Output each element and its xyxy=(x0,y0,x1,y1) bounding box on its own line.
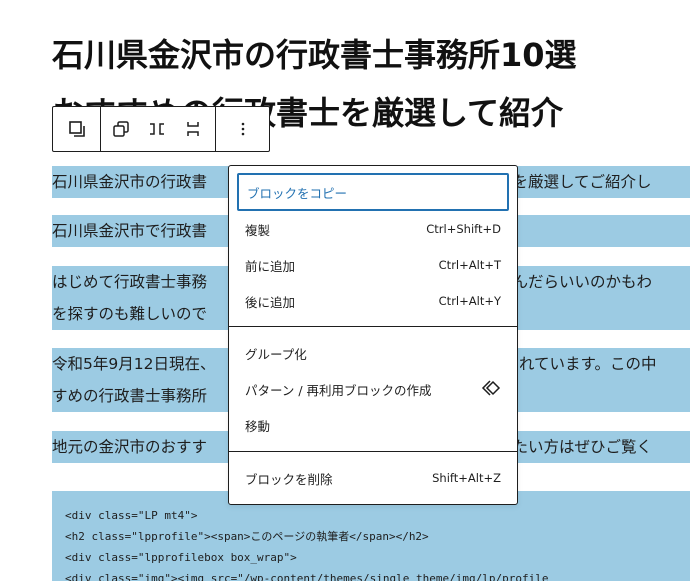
menu-item-shortcut: Ctrl+Alt+T xyxy=(438,258,501,272)
copy-block-menu-item[interactable]: ブロックをコピー xyxy=(237,173,509,211)
code-line: <div class="lpprofilebox box_wrap"> xyxy=(65,551,297,564)
more-options-icon xyxy=(240,120,246,138)
menu-item-shortcut: Shift+Alt+Z xyxy=(432,471,501,485)
code-line: <div class="img"><img src="/wp-content/t… xyxy=(65,572,549,581)
align-vertical-button[interactable] xyxy=(175,107,211,151)
menu-item-label: 後に追加 xyxy=(245,294,296,310)
create-pattern-menu-item[interactable]: パターン / 再利用ブロックの作成 xyxy=(237,371,509,407)
menu-divider xyxy=(229,326,517,327)
duplicate-icon xyxy=(112,120,130,138)
block-type-button[interactable] xyxy=(59,107,95,151)
duplicate-button[interactable] xyxy=(103,107,139,151)
menu-item-label: パターン / 再利用ブロックの作成 xyxy=(245,382,432,398)
group-menu-item[interactable]: グループ化 xyxy=(237,335,509,371)
block-toolbar xyxy=(52,106,270,152)
align-horizontal-icon xyxy=(148,120,166,138)
duplicate-menu-item[interactable]: 複製 Ctrl+Shift+D xyxy=(237,211,509,247)
menu-divider xyxy=(229,451,517,452)
menu-item-label: 複製 xyxy=(245,222,271,238)
block-options-menu: ブロックをコピー 複製 Ctrl+Shift+D 前に追加 Ctrl+Alt+T… xyxy=(228,165,518,505)
code-line: <h2 class="lpprofile"><span>このページの執筆者</s… xyxy=(65,530,429,543)
menu-item-shortcut: Ctrl+Alt+Y xyxy=(438,294,501,308)
menu-item-label: ブロックをコピー xyxy=(247,185,348,201)
insert-after-menu-item[interactable]: 後に追加 Ctrl+Alt+Y xyxy=(237,283,509,319)
align-horizontal-button[interactable] xyxy=(139,107,175,151)
block-type-icon xyxy=(68,120,86,138)
menu-item-label: グループ化 xyxy=(245,346,307,362)
code-line: <div class="LP mt4"> xyxy=(65,509,198,522)
delete-block-menu-item[interactable]: ブロックを削除 Shift+Alt+Z xyxy=(237,460,509,496)
insert-before-menu-item[interactable]: 前に追加 Ctrl+Alt+T xyxy=(237,247,509,283)
menu-item-label: 前に追加 xyxy=(245,258,296,274)
move-menu-item[interactable]: 移動 xyxy=(237,407,509,443)
align-vertical-icon xyxy=(184,120,202,138)
menu-item-shortcut: Ctrl+Shift+D xyxy=(426,222,501,236)
menu-item-label: 移動 xyxy=(245,418,271,434)
more-options-button[interactable] xyxy=(225,107,261,151)
menu-item-label: ブロックを削除 xyxy=(245,471,333,487)
pattern-diamond-icon xyxy=(481,379,501,400)
post-title-line-1: 石川県金沢市の行政書士事務所10選 xyxy=(52,36,577,74)
